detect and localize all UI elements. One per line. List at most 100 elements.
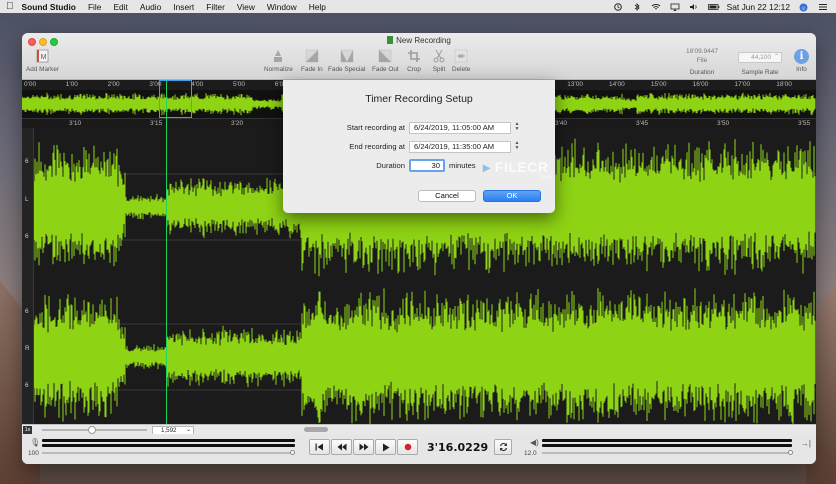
overview-time-tick: 17'00 xyxy=(734,81,751,88)
record-button[interactable] xyxy=(397,439,418,455)
overview-time-tick: 1'00 xyxy=(65,81,78,88)
right-scale-top: 6 xyxy=(25,308,29,315)
menu-bar:  Sound Studio File Edit Audio Insert Fi… xyxy=(0,0,836,13)
list-menu-icon[interactable] xyxy=(818,3,828,11)
playhead-cursor[interactable] xyxy=(166,81,168,424)
fade-in-button[interactable]: Fade In xyxy=(301,48,323,73)
crop-button[interactable]: Crop xyxy=(406,48,422,73)
horizontal-scroll-thumb[interactable] xyxy=(304,427,328,432)
fade-out-label: Fade Out xyxy=(372,66,399,73)
right-scale-bottom: 6 xyxy=(25,382,29,389)
overview-time-tick: 5'00 xyxy=(232,81,246,88)
fade-special-icon xyxy=(339,48,355,64)
overview-time-tick: 14'00 xyxy=(609,81,625,88)
menu-edit[interactable]: Edit xyxy=(113,2,127,12)
input-volume-slider[interactable] xyxy=(42,452,295,454)
normalize-button[interactable]: Normalize xyxy=(264,48,293,73)
zoom-slider-knob[interactable] xyxy=(88,426,96,434)
menu-window[interactable]: Window xyxy=(267,2,297,12)
go-to-start-button[interactable] xyxy=(309,439,330,455)
watermark-text: FILECR xyxy=(494,159,549,175)
left-channel-label: L xyxy=(25,196,29,203)
rewind-icon xyxy=(337,443,346,451)
output-level-meter-right xyxy=(542,444,792,447)
fast-forward-icon xyxy=(359,443,368,451)
duration-minutes-input[interactable]: 30 xyxy=(409,159,445,172)
menu-help[interactable]: Help xyxy=(309,2,326,12)
menu-filter[interactable]: Filter xyxy=(206,2,225,12)
user-avatar-icon[interactable]: ☺ xyxy=(799,3,809,11)
rewind-button[interactable] xyxy=(331,439,352,455)
duration-field-label: Duration xyxy=(376,161,405,170)
menubar-clock[interactable]: Sat Jun 22 12:12 xyxy=(727,2,790,12)
window-title-text: New Recording xyxy=(396,36,451,45)
end-recording-field[interactable]: 6/24/2019, 11:35:00 AM xyxy=(409,141,511,153)
menu-file[interactable]: File xyxy=(88,2,102,12)
start-recording-field[interactable]: 6/24/2019, 11:05:00 AM xyxy=(409,122,511,134)
fast-forward-button[interactable] xyxy=(353,439,374,455)
zoom-level-label[interactable]: 1x xyxy=(23,426,32,434)
split-button[interactable]: Split xyxy=(431,48,447,73)
scissors-icon xyxy=(431,48,447,64)
output-route-icon[interactable]: →| xyxy=(801,439,811,448)
input-volume-knob[interactable] xyxy=(290,450,295,455)
volume-icon[interactable] xyxy=(689,3,699,11)
menu-audio[interactable]: Audio xyxy=(140,2,161,12)
battery-icon[interactable] xyxy=(707,3,719,11)
input-level-meter-right xyxy=(42,444,295,447)
detail-time-tick: 3'15 xyxy=(150,120,163,127)
play-button[interactable] xyxy=(375,439,396,455)
add-marker-button[interactable]: M Add Marker xyxy=(26,48,59,73)
sample-rate-field[interactable]: 44,100 ⌃ xyxy=(738,52,782,63)
detail-time-tick: 3'10 xyxy=(69,120,82,127)
sample-rate-stepper-icon: ⌃ xyxy=(773,54,779,60)
overview-time-tick: 16'00 xyxy=(692,81,709,88)
end-recording-stepper[interactable]: ▲ ▼ xyxy=(514,141,520,153)
loop-icon xyxy=(499,442,507,452)
overview-time-tick: 13'00 xyxy=(567,81,583,88)
input-level-meter-left xyxy=(42,439,295,442)
overview-time-tick: 18'00 xyxy=(776,81,792,88)
wifi-icon[interactable] xyxy=(651,3,661,11)
overview-selection-box[interactable] xyxy=(159,80,192,118)
time-machine-icon[interactable] xyxy=(613,2,623,11)
fade-out-button[interactable]: Fade Out xyxy=(372,48,399,73)
zoom-bar: 1x 1,592 ⌄ xyxy=(22,424,816,435)
split-label: Split xyxy=(432,66,446,73)
detail-time-tick: 3'40 xyxy=(555,120,568,127)
output-gain-slider[interactable] xyxy=(542,452,792,454)
start-recording-label: Start recording at xyxy=(346,123,405,132)
overview-time-tick: 2'00 xyxy=(107,81,120,88)
window-titlebar: New Recording M Add Marker Normalize Fad… xyxy=(22,33,816,80)
watermark-mark: ▸ xyxy=(483,159,491,175)
cancel-button[interactable]: Cancel xyxy=(418,190,476,202)
duration-unit-label: minutes xyxy=(449,161,476,170)
fade-special-button[interactable]: Fade Special xyxy=(328,48,365,73)
waveform-path xyxy=(34,288,816,424)
normalize-label: Normalize xyxy=(264,66,293,73)
menu-view[interactable]: View xyxy=(237,2,255,12)
left-scale-bottom: 6 xyxy=(25,233,29,240)
menu-insert[interactable]: Insert xyxy=(173,2,194,12)
airplay-icon[interactable] xyxy=(670,3,680,11)
apple-menu-icon[interactable]:  xyxy=(6,1,14,12)
delete-icon xyxy=(453,48,469,64)
end-recording-label: End recording at xyxy=(349,142,405,151)
marker-icon: M xyxy=(35,48,51,64)
info-button[interactable]: i Info xyxy=(794,49,809,73)
left-scale-top: 6 xyxy=(25,158,29,165)
start-recording-stepper[interactable]: ▲ ▼ xyxy=(514,122,520,134)
delete-button[interactable]: Delete xyxy=(452,48,470,73)
output-gain-knob[interactable] xyxy=(788,450,793,455)
menu-app-name[interactable]: Sound Studio xyxy=(22,2,76,12)
delete-label: Delete xyxy=(452,66,471,73)
info-label: Info xyxy=(796,66,807,73)
timer-recording-dialog: Timer Recording Setup Start recording at… xyxy=(283,80,555,213)
playback-timecode: 3'16.0229 xyxy=(427,441,489,454)
bluetooth-icon[interactable] xyxy=(632,2,642,11)
ok-button[interactable]: OK xyxy=(483,190,541,202)
watermark-suffix: .com xyxy=(538,175,552,181)
loop-button[interactable] xyxy=(494,439,512,455)
channel-labels: 6 L 6 6 R 6 xyxy=(22,128,34,424)
fade-in-label: Fade In xyxy=(301,66,323,73)
